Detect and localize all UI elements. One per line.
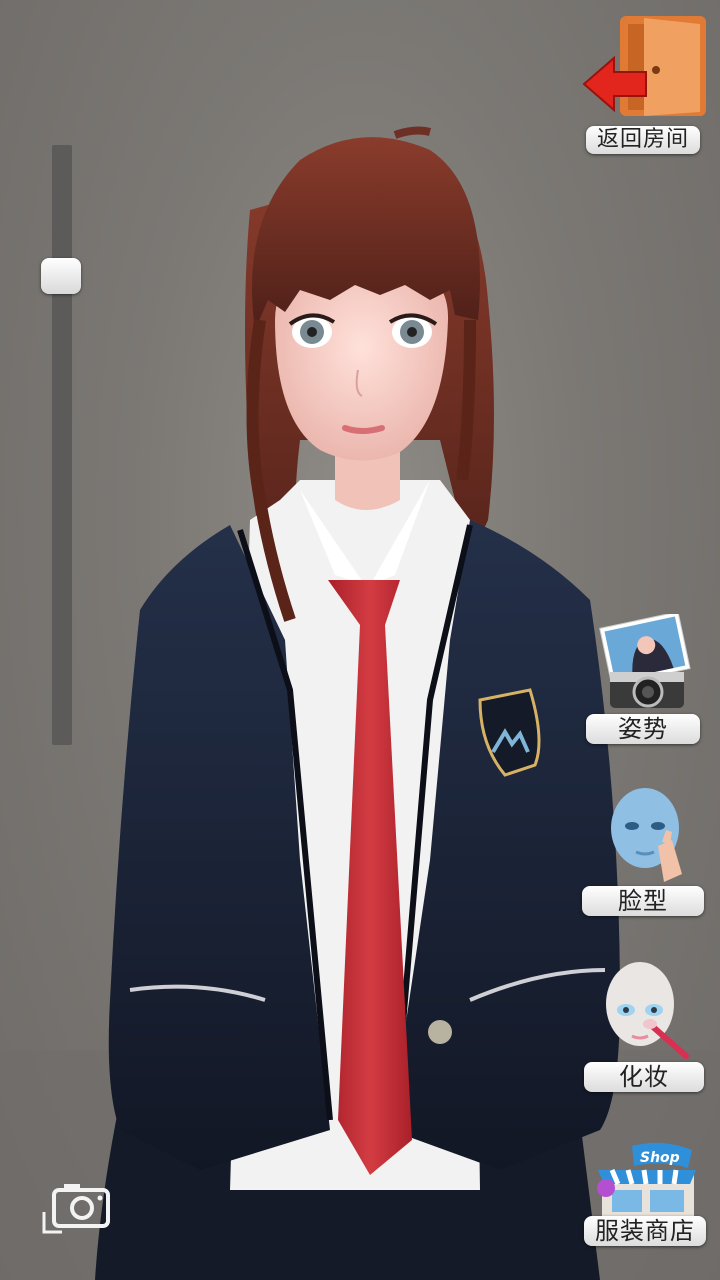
door-exit-icon xyxy=(582,16,706,116)
screenshot-camera-icon xyxy=(42,1184,110,1234)
makeup-brush-icon xyxy=(606,962,689,1059)
pose-label: 姿势 xyxy=(586,714,700,744)
shop-icon-text: Shop xyxy=(640,1150,680,1166)
face-shape-label: 脸型 xyxy=(582,886,704,916)
face-shape-button[interactable]: 脸型 xyxy=(580,786,708,918)
back-to-room-button[interactable]: 返回房间 xyxy=(582,14,706,154)
zoom-slider-track[interactable] xyxy=(52,145,72,745)
shop-store-icon: Shop xyxy=(597,1142,696,1216)
makeup-label: 化妆 xyxy=(584,1062,704,1092)
pose-camera-icon xyxy=(599,614,691,708)
screenshot-button[interactable] xyxy=(40,1180,114,1240)
clothing-shop-button[interactable]: Shop 服装商店 xyxy=(584,1140,710,1280)
pose-button[interactable]: 姿势 xyxy=(584,614,706,744)
zoom-slider-handle[interactable] xyxy=(41,257,81,294)
face-shape-icon xyxy=(611,788,682,882)
jacket-button xyxy=(428,1020,452,1044)
makeup-button[interactable]: 化妆 xyxy=(584,960,708,1094)
back-to-room-label: 返回房间 xyxy=(586,126,700,154)
clothing-shop-label: 服装商店 xyxy=(584,1216,706,1246)
